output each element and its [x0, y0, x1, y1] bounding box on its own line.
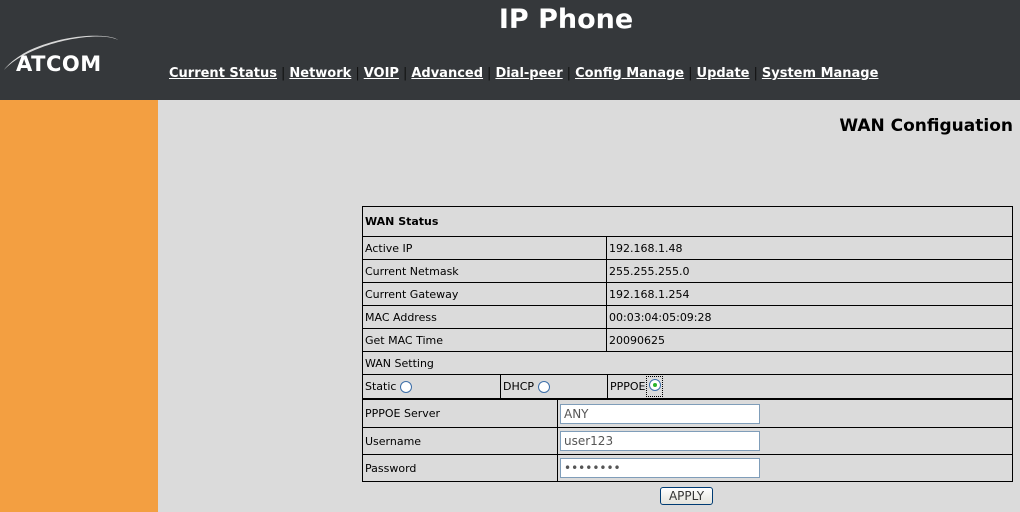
netmask-label: Current Netmask	[363, 260, 607, 282]
app-title: IP Phone	[0, 4, 1020, 35]
mac-address-value: 00:03:04:05:09:28	[609, 310, 712, 324]
nav-network[interactable]: Network	[289, 66, 351, 81]
header: ATCOM IP Phone Current Status | Network | VO…	[0, 0, 1020, 100]
pppoe-radio[interactable]	[648, 379, 661, 391]
wan-setting-heading: WAN Setting	[365, 356, 434, 370]
nav-separator: |	[402, 66, 408, 81]
table-row: Password	[363, 454, 1012, 481]
gateway-label: Current Gateway	[363, 283, 607, 305]
pppoe-form: PPPOE Server Username Password	[362, 400, 1013, 482]
table-row: Username	[363, 427, 1012, 454]
nav-separator: |	[566, 66, 572, 81]
table-row: PPPOE Server	[363, 400, 1012, 427]
wan-status-table: WAN Status Active IP 192.168.1.48 Curren…	[362, 206, 1013, 400]
wan-setting-row: WAN Setting	[362, 352, 1013, 375]
static-label: Static	[365, 380, 397, 393]
pppoe-server-label: PPPOE Server	[363, 400, 558, 427]
main-nav: Current Status | Network | VOIP | Advanced | Dia…	[169, 66, 878, 81]
page-title: WAN Configuation	[839, 116, 1013, 136]
pppoe-label: PPPOE	[610, 380, 646, 393]
nav-separator: |	[281, 66, 286, 81]
dhcp-radio[interactable]	[538, 380, 551, 393]
password-label: Password	[363, 455, 558, 481]
nav-separator: |	[355, 66, 360, 81]
table-row: Active IP 192.168.1.48	[362, 237, 1013, 260]
nav-separator: |	[688, 66, 693, 81]
username-input[interactable]	[560, 431, 760, 451]
app-title-text: IP Phone	[498, 4, 634, 35]
password-input[interactable]	[560, 458, 760, 478]
static-radio[interactable]	[400, 380, 413, 393]
nav-voip[interactable]: VOIP	[364, 66, 399, 81]
pppoe-server-input[interactable]	[560, 403, 760, 424]
dhcp-label: DHCP	[503, 380, 535, 393]
username-label: Username	[363, 428, 558, 454]
nav-system-manage[interactable]: System Manage	[762, 66, 879, 81]
nav-config-manage[interactable]: Config Manage	[575, 66, 684, 81]
table-row: Get MAC Time 20090625	[362, 329, 1013, 352]
sidebar	[0, 100, 158, 512]
pppoe-option: PPPOE	[608, 375, 1012, 398]
mac-address-label: MAC Address	[363, 306, 607, 328]
static-option: Static	[363, 375, 501, 398]
active-ip-label: Active IP	[363, 237, 607, 259]
table-row: Current Netmask 255.255.255.0	[362, 260, 1013, 283]
wan-status-heading-row: WAN Status	[362, 206, 1013, 237]
gateway-value: 192.168.1.254	[609, 287, 690, 301]
table-row: MAC Address 00:03:04:05:09:28	[362, 306, 1013, 329]
nav-update[interactable]: Update	[697, 66, 750, 81]
nav-current-status[interactable]: Current Status	[169, 66, 277, 81]
nav-dial-peer[interactable]: Dial-peer	[495, 66, 562, 81]
table-row: Current Gateway 192.168.1.254	[362, 283, 1013, 306]
apply-button[interactable]: APPLY	[660, 487, 713, 505]
logo-text: ATCOM	[16, 52, 102, 76]
pppoe-focus-ring	[645, 376, 663, 397]
nav-separator: |	[753, 66, 758, 81]
mac-time-value: 20090625	[609, 333, 665, 347]
wan-status-heading: WAN Status	[365, 215, 439, 228]
mac-time-label: Get MAC Time	[363, 329, 607, 351]
active-ip-value: 192.168.1.48	[609, 241, 683, 255]
atcom-logo: ATCOM	[0, 28, 130, 80]
nav-separator: |	[487, 66, 492, 81]
dhcp-option: DHCP	[501, 375, 608, 398]
nav-advanced[interactable]: Advanced	[411, 66, 483, 81]
netmask-value: 255.255.255.0	[609, 264, 690, 278]
wan-mode-row: Static DHCP PPPOE	[362, 375, 1013, 400]
